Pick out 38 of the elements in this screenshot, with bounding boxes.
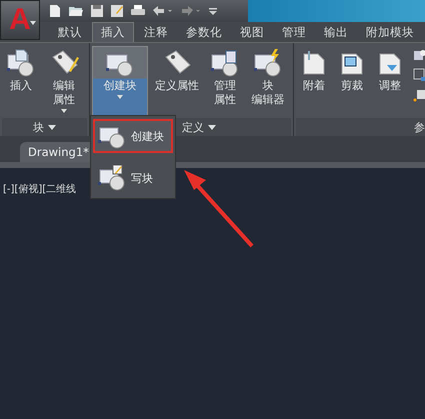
ribbon-tab[interactable]: 管理 [274, 22, 314, 42]
ribbon-tab[interactable]: 参数化 [178, 22, 230, 42]
document-icon[interactable] [413, 88, 425, 102]
frame-icon[interactable] [413, 68, 425, 82]
ribbon-tab[interactable]: 默认 [50, 22, 90, 42]
caret-icon [208, 124, 216, 130]
caret-icon [48, 124, 56, 130]
ribbon-button[interactable]: 插入 [2, 46, 40, 118]
ribbon-button[interactable]: 剪裁 [333, 46, 371, 118]
app-logo: A [9, 5, 31, 35]
block-icon [6, 49, 36, 77]
menu-item[interactable]: 创建块 [93, 119, 173, 153]
ribbon-tab[interactable]: 注释 [136, 22, 176, 42]
panel-title[interactable]: 参 [296, 118, 425, 136]
block-icon [253, 49, 283, 77]
caret-icon [117, 95, 123, 99]
image-icon[interactable] [413, 48, 425, 62]
viewport-label[interactable]: [-][俯视][二维线 [3, 182, 76, 196]
ribbon-button[interactable]: 编辑 属性 [41, 46, 87, 118]
ribbon-tab[interactable]: 视图 [232, 22, 272, 42]
print-icon[interactable] [130, 4, 146, 18]
ribbon-tab[interactable]: 插入 [92, 22, 134, 42]
ribbon-button[interactable]: 附着 [296, 46, 332, 118]
save-icon[interactable] [90, 4, 104, 18]
ribbon-button[interactable]: 调整 [372, 46, 408, 118]
ribbon-button[interactable]: 块 编辑器 [245, 46, 291, 118]
ribbon-tab[interactable]: 附加模块 [358, 22, 422, 42]
new-file-icon[interactable] [48, 4, 62, 18]
undo-icon[interactable] [152, 4, 174, 18]
block-icon [97, 165, 127, 191]
ribbon-button[interactable]: 定义属性 [149, 46, 205, 118]
caret-icon [61, 109, 67, 113]
save-as-icon[interactable] [110, 4, 124, 18]
folder-icon[interactable] [68, 4, 84, 18]
ribbon-button[interactable]: 管理 属性 [206, 46, 244, 118]
redo-icon[interactable] [180, 4, 202, 18]
ribbon-tab[interactable]: 输出 [316, 22, 356, 42]
panel-title[interactable]: 块 [2, 118, 87, 136]
